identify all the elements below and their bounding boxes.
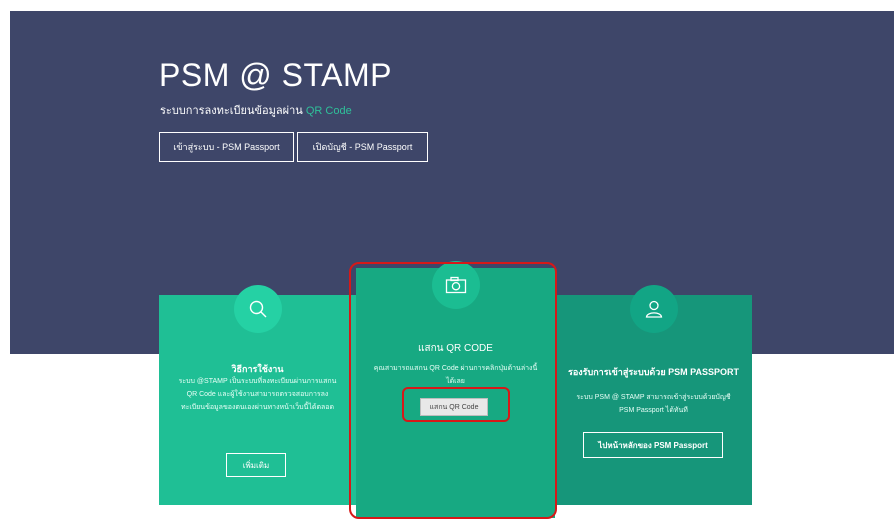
howto-title: วิธีการใช้งาน — [231, 364, 284, 374]
passport-card: รองรับการเข้าสู่ระบบด้วย PSM PASSPORT ระ… — [555, 285, 752, 505]
highlight-scan-button — [402, 387, 510, 422]
passport-title: รองรับการเข้าสู่ระบบด้วย PSM PASSPORT — [568, 367, 739, 377]
search-icon — [234, 285, 282, 333]
subtitle-text: ระบบการลงทะเบียนข้อมูลผ่าน — [160, 105, 306, 117]
passport-text: ระบบ PSM @ STAMP สามารถเข้าสู่ระบบด้วยบั… — [576, 394, 731, 414]
page-title: PSM @ STAMP — [159, 57, 392, 93]
psm-passport-home-button[interactable]: ไปหน้าหลักของ PSM Passport — [583, 432, 723, 458]
page-subtitle: ระบบการลงทะเบียนข้อมูลผ่าน QR Code — [160, 101, 352, 119]
more-info-button[interactable]: เพิ่มเติม — [226, 453, 286, 477]
subtitle-highlight: QR Code — [305, 105, 352, 117]
register-psm-passport-button[interactable]: เปิดบัญชี - PSM Passport — [297, 132, 428, 162]
user-icon — [630, 285, 678, 333]
howto-card: วิธีการใช้งาน ระบบ @STAMP เป็นระบบที่ลงท… — [159, 285, 356, 505]
login-psm-passport-button[interactable]: เข้าสู่ระบบ - PSM Passport — [159, 132, 294, 162]
howto-text: ระบบ @STAMP เป็นระบบที่ลงทะเบียนผ่านการแ… — [178, 378, 337, 411]
